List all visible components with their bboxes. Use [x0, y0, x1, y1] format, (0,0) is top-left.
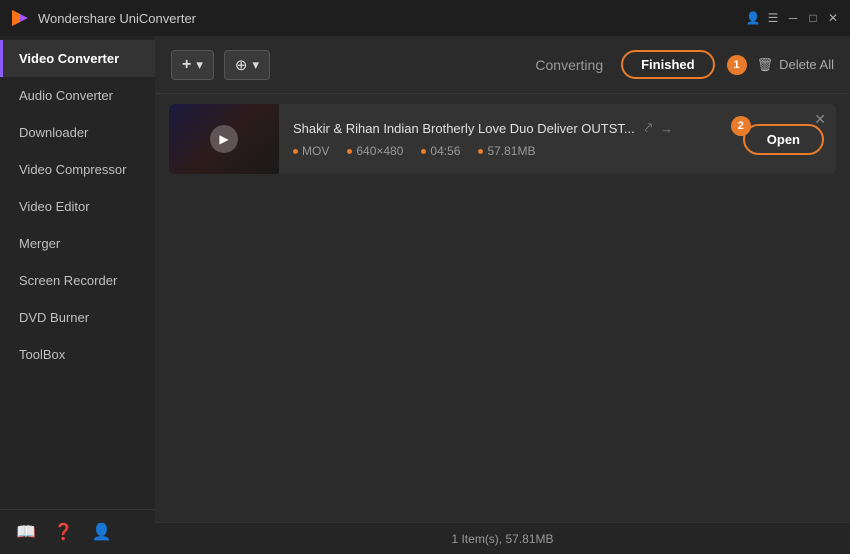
forward-icon[interactable]: → — [660, 121, 673, 136]
sidebar-item-downloader[interactable]: Downloader — [0, 114, 155, 151]
status-bar: 1 Item(s), 57.81MB — [155, 522, 850, 554]
account-icon[interactable]: 👤 — [746, 11, 760, 25]
meta-dot-4 — [478, 149, 483, 154]
title-bar-left: Wondershare UniConverter — [10, 8, 196, 28]
add-extra-button[interactable]: ⊕ ▾ — [224, 50, 270, 80]
status-text: 1 Item(s), 57.81MB — [451, 532, 553, 546]
extra-dropdown-icon: ▾ — [252, 57, 259, 73]
sidebar: Video Converter Audio Converter Download… — [0, 36, 155, 554]
add-dropdown-icon: ▾ — [196, 57, 203, 73]
meta-dot — [293, 149, 298, 154]
meta-dot-2 — [347, 149, 352, 154]
menu-icon[interactable]: ☰ — [766, 11, 780, 25]
sidebar-item-video-converter[interactable]: Video Converter — [0, 40, 155, 77]
file-thumbnail: ▶ — [169, 104, 279, 174]
sidebar-item-merger[interactable]: Merger — [0, 225, 155, 262]
main-layout: Video Converter Audio Converter Download… — [0, 36, 850, 554]
maximize-button[interactable]: □ — [806, 11, 820, 25]
sidebar-menu: Video Converter Audio Converter Download… — [0, 36, 155, 509]
file-resolution: 640×480 — [347, 144, 403, 158]
minimize-button[interactable]: ─ — [786, 11, 800, 25]
user-icon[interactable]: 👤 — [92, 522, 112, 542]
sidebar-item-video-editor[interactable]: Video Editor — [0, 188, 155, 225]
add-icon: + — [182, 56, 191, 74]
tab-converting[interactable]: Converting — [527, 51, 611, 79]
table-row: ✕ ▶ Shakir & Rihan Indian Brotherly Love… — [169, 104, 836, 174]
close-button[interactable]: ✕ — [826, 11, 840, 25]
file-format: MOV — [293, 144, 329, 158]
toolbar-right: 🗑 Delete All — [757, 57, 834, 73]
file-name-row: Shakir & Rihan Indian Brotherly Love Duo… — [293, 120, 729, 136]
trash-icon: 🗑 — [757, 57, 774, 73]
sidebar-item-audio-converter[interactable]: Audio Converter — [0, 77, 155, 114]
app-title: Wondershare UniConverter — [38, 11, 196, 26]
sidebar-item-dvd-burner[interactable]: DVD Burner — [0, 299, 155, 336]
sidebar-item-toolbox[interactable]: ToolBox — [0, 336, 155, 373]
play-icon: ▶ — [210, 125, 238, 153]
finished-badge: 1 — [727, 55, 747, 75]
external-link-icon[interactable]: ⤤ — [645, 120, 652, 136]
file-badge: 2 — [731, 116, 751, 136]
title-bar-controls: 👤 ☰ ─ □ ✕ — [746, 11, 840, 25]
title-bar: Wondershare UniConverter 👤 ☰ ─ □ ✕ — [0, 0, 850, 36]
toolbar: + ▾ ⊕ ▾ Converting Finished 1 🗑 Delete A… — [155, 36, 850, 94]
add-files-button[interactable]: + ▾ — [171, 50, 214, 80]
tab-finished[interactable]: Finished — [621, 50, 714, 79]
plus-circle-icon: ⊕ — [235, 56, 248, 74]
sidebar-item-screen-recorder[interactable]: Screen Recorder — [0, 262, 155, 299]
file-meta-row: MOV 640×480 04:56 57.81MB — [293, 144, 729, 158]
toolbar-left: + ▾ ⊕ ▾ Converting Finished 1 — [171, 50, 747, 80]
book-icon[interactable]: 📖 — [16, 522, 36, 542]
open-button[interactable]: Open — [743, 124, 824, 155]
delete-all-button[interactable]: 🗑 Delete All — [757, 57, 834, 73]
file-action-icons: ⤤ → — [645, 120, 673, 136]
app-logo-icon — [10, 8, 30, 28]
file-duration: 04:56 — [421, 144, 460, 158]
file-info: Shakir & Rihan Indian Brotherly Love Duo… — [293, 106, 729, 172]
file-name: Shakir & Rihan Indian Brotherly Love Duo… — [293, 121, 635, 136]
content-area: + ▾ ⊕ ▾ Converting Finished 1 🗑 Delete A… — [155, 36, 850, 554]
help-icon[interactable]: ❓ — [54, 522, 74, 542]
meta-dot-3 — [421, 149, 426, 154]
sidebar-item-video-compressor[interactable]: Video Compressor — [0, 151, 155, 188]
file-size: 57.81MB — [478, 144, 535, 158]
open-btn-wrapper: 2 Open — [743, 124, 824, 155]
file-list-area: ✕ ▶ Shakir & Rihan Indian Brotherly Love… — [155, 94, 850, 522]
sidebar-footer: 📖 ❓ 👤 — [0, 509, 155, 554]
